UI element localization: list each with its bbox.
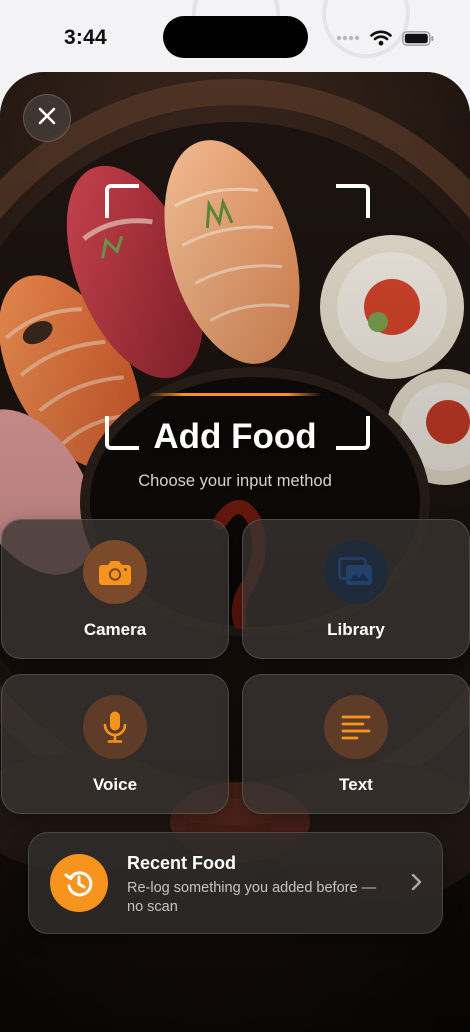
history-icon xyxy=(50,854,108,912)
recent-food-title: Recent Food xyxy=(127,853,237,873)
status-bar: 3:44 xyxy=(0,0,470,72)
voice-option-button[interactable]: Voice xyxy=(1,674,229,814)
text-option-button[interactable]: Text xyxy=(242,674,470,814)
recent-food-description: Re-log something you added before — no s… xyxy=(127,880,377,915)
chevron-right-icon xyxy=(410,873,422,896)
close-icon xyxy=(37,106,57,131)
text-lines-icon xyxy=(324,695,388,759)
library-option-label: Library xyxy=(327,620,385,639)
text-option-label: Text xyxy=(339,775,373,794)
close-button[interactable] xyxy=(23,94,71,142)
camera-option-button[interactable]: Camera xyxy=(1,519,229,659)
page-subtitle: Choose your input method xyxy=(138,472,332,490)
status-icons xyxy=(336,28,434,48)
voice-option-label: Voice xyxy=(92,775,138,794)
dynamic-island xyxy=(163,16,308,58)
status-time: 3:44 xyxy=(64,26,107,49)
camera-icon xyxy=(83,540,147,604)
add-food-sheet: Add Food Choose your input method Camera… xyxy=(0,72,470,1032)
scan-frame-corner xyxy=(105,184,139,218)
battery-icon xyxy=(402,30,434,46)
microphone-icon xyxy=(83,695,147,759)
library-option-button[interactable]: Library xyxy=(242,519,470,659)
photo-library-icon xyxy=(324,540,388,604)
scan-line xyxy=(148,393,322,396)
page-title: Add Food xyxy=(153,417,317,456)
camera-option-label: Camera xyxy=(83,620,147,639)
scan-frame-corner xyxy=(336,184,370,218)
wifi-icon xyxy=(370,30,392,46)
signal-dots-icon xyxy=(336,34,360,42)
recent-food-button[interactable]: Recent Food Re-log something you added b… xyxy=(28,832,443,934)
